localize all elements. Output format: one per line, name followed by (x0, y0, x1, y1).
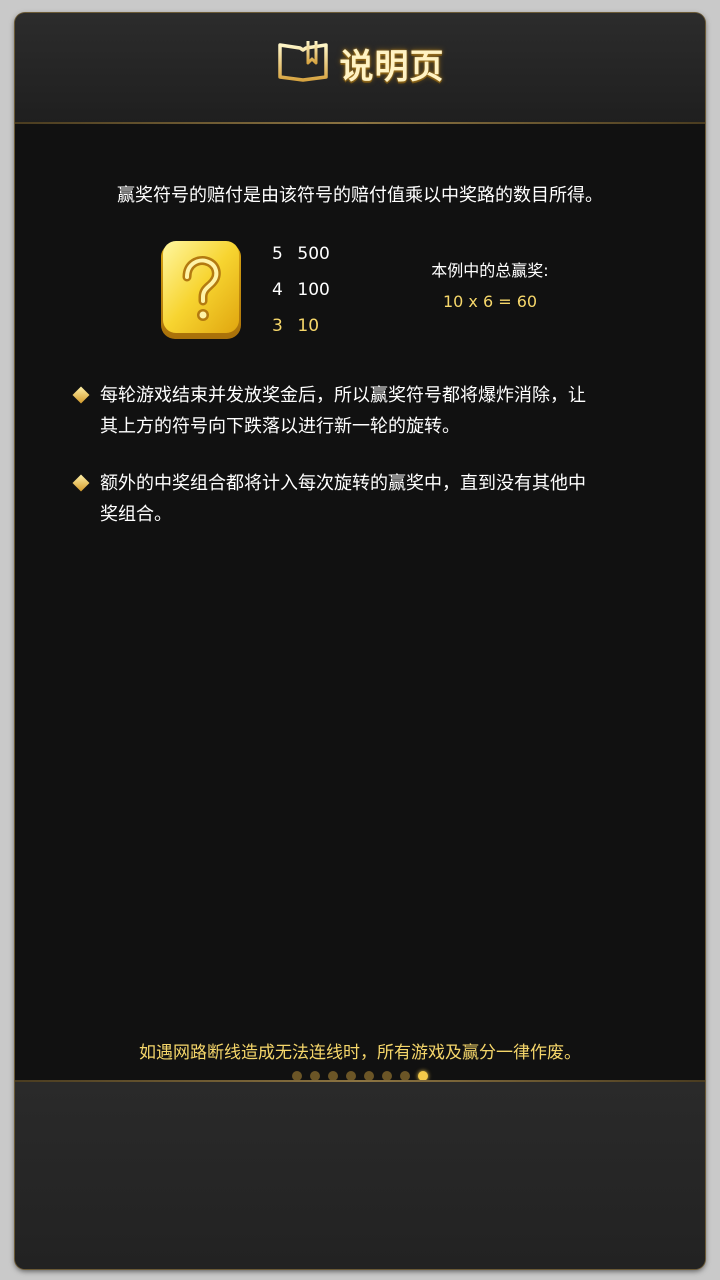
rule-bullet: 每轮游戏结束并发放奖金后，所以赢奖符号都将爆炸消除，让 其上方的符号向下跌落以进… (72, 380, 653, 442)
paytable-row: 5 500 (272, 244, 330, 264)
header-bar: 说明页 (15, 13, 705, 123)
paytable-count: 3 (272, 316, 283, 336)
rule-text-line: 每轮游戏结束并发放奖金后，所以赢奖符号都将爆炸消除，让 (100, 385, 586, 406)
help-panel: 说明页 赢奖符号的赔付是由该符号的赔付值乘以中奖路的数目所得。 5 500 4 … (15, 13, 705, 1269)
example-value: 10 x 6 = 60 (442, 292, 538, 311)
rule-bullet: 额外的中奖组合都将计入每次旋转的赢奖中，直到没有其他中 奖组合。 (72, 468, 653, 530)
paytable-payout: 10 (297, 316, 320, 336)
intro-text: 赢奖符号的赔付是由该符号的赔付值乘以中奖路的数目所得。 (117, 185, 603, 206)
paytable-payout: 500 (297, 244, 330, 264)
rule-text-line: 额外的中奖组合都将计入每次旋转的赢奖中，直到没有其他中 (100, 473, 586, 494)
header-title-group: 说明页 (276, 39, 445, 88)
disconnect-notice: 如遇网路断线造成无法连线时，所有游戏及赢分一律作废。 (139, 1043, 581, 1063)
paytable-row: 4 100 (272, 280, 330, 300)
paytable-count: 4 (272, 280, 283, 300)
paytable-row: 3 10 (272, 316, 319, 336)
rule-text-line: 奖组合。 (100, 504, 172, 525)
page-title: 说明页 (339, 46, 445, 87)
rule-text-line: 其上方的符号向下跌落以进行新一轮的旋转。 (100, 416, 460, 437)
footer-bar (15, 1082, 705, 1269)
paytable-count: 5 (272, 244, 283, 264)
question-mark-icon (159, 239, 243, 341)
paytable-payout: 100 (297, 280, 330, 300)
help-content: 赢奖符号的赔付是由该符号的赔付值乘以中奖路的数目所得。 5 500 4 100 … (15, 124, 705, 1081)
example-label: 本例中的总赢奖: (431, 261, 549, 280)
book-icon (276, 39, 330, 87)
